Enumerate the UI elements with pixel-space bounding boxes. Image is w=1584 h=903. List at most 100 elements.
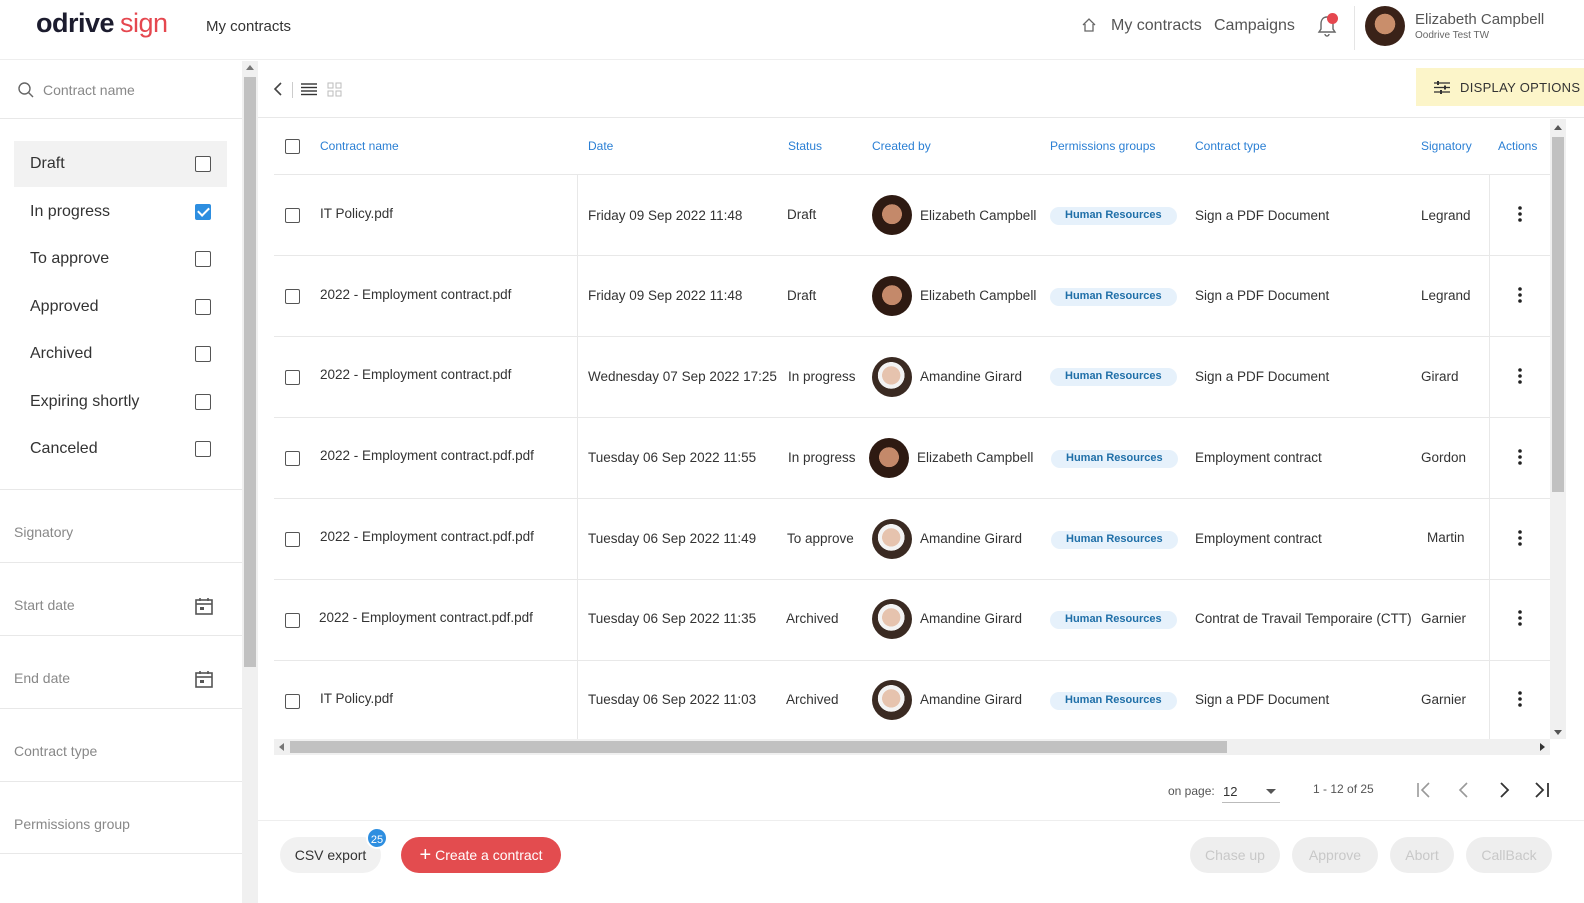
cell-contract-name[interactable]: 2022 - Employment contract.pdf.pdf xyxy=(320,448,534,463)
more-vertical-icon[interactable] xyxy=(1518,530,1522,546)
status-filter-expiring-shortly[interactable]: Expiring shortly xyxy=(14,379,227,425)
calendar-icon[interactable] xyxy=(194,596,214,616)
filter-contract-type[interactable]: Contract type xyxy=(0,708,242,781)
scroll-up-arrow[interactable] xyxy=(246,65,254,70)
row-checkbox[interactable] xyxy=(285,613,300,628)
filter-start-date[interactable]: Start date xyxy=(0,562,242,635)
cell-contract-name[interactable]: 2022 - Employment contract.pdf.pdf xyxy=(320,529,534,544)
permissions-group-badge: Human Resources xyxy=(1050,207,1177,225)
table-row[interactable]: 2022 - Employment contract.pdf.pdf Tuesd… xyxy=(274,579,1550,661)
abort-button[interactable]: Abort xyxy=(1390,837,1454,873)
column-header-status[interactable]: Status xyxy=(788,139,822,153)
column-header-contract-name[interactable]: Contract name xyxy=(320,139,399,153)
cell-contract-name[interactable]: IT Policy.pdf xyxy=(320,691,393,706)
more-vertical-icon[interactable] xyxy=(1518,368,1522,384)
status-checkbox[interactable] xyxy=(195,156,211,172)
row-checkbox[interactable] xyxy=(285,451,300,466)
more-vertical-icon[interactable] xyxy=(1518,206,1522,222)
table-row[interactable]: 2022 - Employment contract.pdf Wednesday… xyxy=(274,336,1550,418)
status-filter-archived[interactable]: Archived xyxy=(14,331,227,377)
sidebar-scrollbar[interactable] xyxy=(242,61,258,903)
filter-end-date[interactable]: End date xyxy=(0,635,242,708)
display-options-button[interactable]: DISPLAY OPTIONS xyxy=(1416,68,1584,106)
filter-signatory[interactable]: Signatory xyxy=(0,489,242,562)
row-checkbox[interactable] xyxy=(285,208,300,223)
filter-permissions-group[interactable]: Permissions group xyxy=(0,781,242,854)
csv-export-button[interactable]: CSV export xyxy=(280,837,381,873)
column-divider xyxy=(1489,499,1490,580)
user-avatar[interactable] xyxy=(1365,6,1405,46)
status-filter-label: In progress xyxy=(30,203,111,220)
status-checkbox[interactable] xyxy=(195,441,211,457)
last-page-icon[interactable] xyxy=(1531,779,1553,801)
more-vertical-icon[interactable] xyxy=(1518,287,1522,303)
status-filter-canceled[interactable]: Canceled xyxy=(14,426,227,472)
cell-contract-name[interactable]: IT Policy.pdf xyxy=(320,206,393,221)
column-header-permissions-groups[interactable]: Permissions groups xyxy=(1050,139,1155,153)
table-row[interactable]: IT Policy.pdf Tuesday 06 Sep 2022 11:03 … xyxy=(274,660,1550,739)
more-vertical-icon[interactable] xyxy=(1518,691,1522,707)
table-row[interactable]: 2022 - Employment contract.pdf Friday 09… xyxy=(274,255,1550,337)
nav-my-contracts[interactable]: My contracts xyxy=(1111,17,1202,35)
nav-campaigns[interactable]: Campaigns xyxy=(1214,17,1295,35)
contracts-table: Contract name Date Status Created by Per… xyxy=(274,119,1550,739)
status-checkbox[interactable] xyxy=(195,204,211,220)
select-all-checkbox[interactable] xyxy=(285,139,300,154)
status-checkbox[interactable] xyxy=(195,346,211,362)
scroll-thumb[interactable] xyxy=(290,741,1227,753)
pagination-bar: on page: 12 1 - 12 of 25 xyxy=(258,761,1584,821)
back-chevron-icon[interactable] xyxy=(272,81,284,97)
status-checkbox[interactable] xyxy=(195,394,211,410)
table-horizontal-scrollbar[interactable] xyxy=(274,739,1550,755)
column-header-contract-type[interactable]: Contract type xyxy=(1195,139,1266,153)
user-org: Oodrive Test TW xyxy=(1415,30,1490,41)
previous-page-icon[interactable] xyxy=(1453,779,1475,801)
chase-up-button[interactable]: Chase up xyxy=(1190,837,1280,873)
column-header-date[interactable]: Date xyxy=(588,139,613,153)
creator-avatar xyxy=(872,357,912,397)
table-row[interactable]: 2022 - Employment contract.pdf.pdf Tuesd… xyxy=(274,417,1550,499)
contract-name-search-input[interactable] xyxy=(43,79,223,101)
user-name[interactable]: Elizabeth Campbell xyxy=(1415,11,1544,28)
status-filter-approved[interactable]: Approved xyxy=(14,284,227,330)
table-vertical-scrollbar[interactable] xyxy=(1550,119,1566,739)
status-checkbox[interactable] xyxy=(195,299,211,315)
table-row[interactable]: IT Policy.pdf Friday 09 Sep 2022 11:48 D… xyxy=(274,174,1550,256)
app-logo[interactable]: odrive sign xyxy=(36,8,168,39)
cell-contract-name[interactable]: 2022 - Employment contract.pdf.pdf xyxy=(319,610,533,625)
scroll-thumb[interactable] xyxy=(1552,137,1564,492)
scroll-left-arrow[interactable] xyxy=(279,743,284,751)
next-page-icon[interactable] xyxy=(1493,779,1515,801)
row-checkbox[interactable] xyxy=(285,289,300,304)
create-contract-button[interactable]: + Create a contract xyxy=(401,837,561,873)
status-filter-to-approve[interactable]: To approve xyxy=(14,236,227,282)
list-view-icon[interactable] xyxy=(301,82,317,96)
column-header-actions: Actions xyxy=(1498,139,1538,153)
table-row[interactable]: 2022 - Employment contract.pdf.pdf Tuesd… xyxy=(274,498,1550,580)
column-header-signatory[interactable]: Signatory xyxy=(1421,139,1472,153)
column-header-created-by[interactable]: Created by xyxy=(872,139,931,153)
scroll-up-arrow[interactable] xyxy=(1554,125,1562,130)
cell-contract-name[interactable]: 2022 - Employment contract.pdf xyxy=(320,287,511,302)
calendar-icon[interactable] xyxy=(194,669,214,689)
row-checkbox[interactable] xyxy=(285,694,300,709)
approve-button[interactable]: Approve xyxy=(1292,837,1378,873)
more-vertical-icon[interactable] xyxy=(1518,610,1522,626)
callback-button[interactable]: CallBack xyxy=(1466,837,1552,873)
home-icon[interactable] xyxy=(1081,17,1097,33)
per-page-select[interactable]: 12 xyxy=(1222,777,1280,803)
scroll-thumb[interactable] xyxy=(244,77,256,667)
row-checkbox[interactable] xyxy=(285,370,300,385)
status-filter-in-progress[interactable]: In progress xyxy=(14,189,227,235)
scroll-down-arrow[interactable] xyxy=(1554,730,1562,735)
more-vertical-icon[interactable] xyxy=(1518,449,1522,465)
cell-contract-name[interactable]: 2022 - Employment contract.pdf xyxy=(320,367,511,382)
status-filter-draft[interactable]: Draft xyxy=(14,141,227,187)
grid-view-icon[interactable] xyxy=(327,82,342,97)
row-checkbox[interactable] xyxy=(285,532,300,547)
scroll-right-arrow[interactable] xyxy=(1540,743,1545,751)
status-checkbox[interactable] xyxy=(195,251,211,267)
creator-avatar xyxy=(872,599,912,639)
filter-sidebar: Draft In progress To approve Approved Ar… xyxy=(0,61,242,903)
first-page-icon[interactable] xyxy=(1413,779,1435,801)
